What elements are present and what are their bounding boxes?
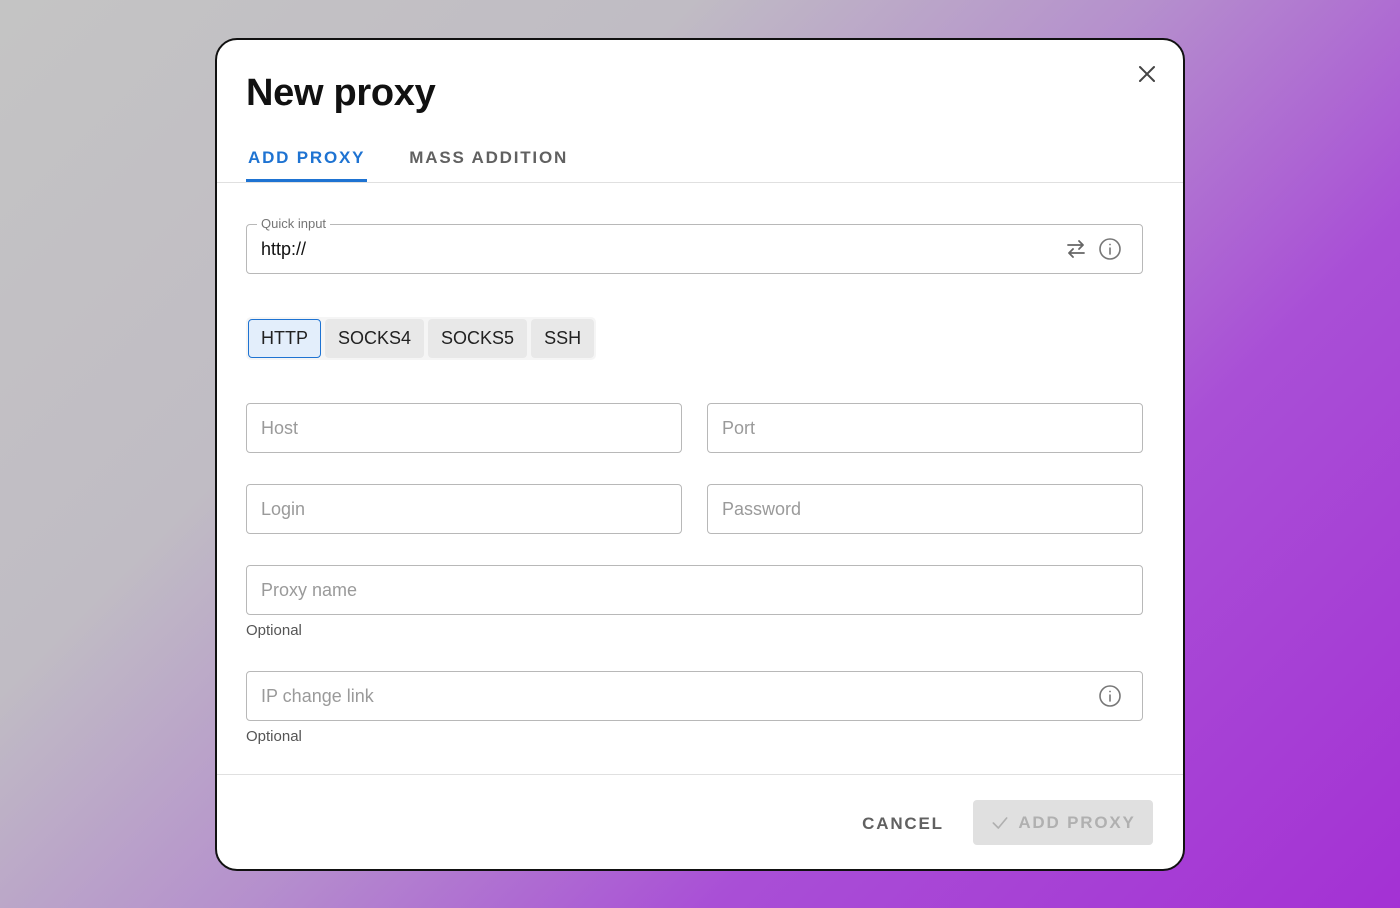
tab-mass-addition[interactable]: MASS ADDITION xyxy=(407,142,570,182)
host-input[interactable] xyxy=(261,404,595,452)
protocol-http-button[interactable]: HTTP xyxy=(248,319,321,358)
proxy-name-helper: Optional xyxy=(246,622,302,639)
info-icon[interactable] xyxy=(1098,237,1122,261)
proxy-name-input[interactable] xyxy=(261,566,1056,614)
protocol-ssh-button[interactable]: SSH xyxy=(531,319,595,358)
protocol-toggle-group: HTTP SOCKS4 SOCKS5 SSH xyxy=(246,317,597,360)
tabs-divider xyxy=(217,182,1183,183)
password-field xyxy=(707,484,1143,534)
proxy-name-field xyxy=(246,565,1143,615)
ip-change-link-input[interactable] xyxy=(261,672,1056,720)
dialog-tabs: ADD PROXY MASS ADDITION xyxy=(246,142,570,182)
ip-change-link-helper: Optional xyxy=(246,728,302,745)
protocol-socks4-button[interactable]: SOCKS4 xyxy=(325,319,425,358)
info-icon[interactable] xyxy=(1098,684,1122,708)
new-proxy-dialog: New proxy ADD PROXY MASS ADDITION Quick … xyxy=(215,38,1185,871)
add-proxy-button[interactable]: ADD PROXY xyxy=(973,800,1153,845)
host-field xyxy=(246,403,682,453)
login-field xyxy=(246,484,682,534)
dialog-title: New proxy xyxy=(246,72,436,114)
password-input[interactable] xyxy=(722,485,1056,533)
check-icon xyxy=(990,813,1010,833)
login-input[interactable] xyxy=(261,485,595,533)
close-icon[interactable] xyxy=(1135,62,1159,86)
quick-input[interactable] xyxy=(261,225,1056,273)
quick-input-field: Quick input xyxy=(246,216,1143,274)
footer-divider xyxy=(217,774,1183,775)
port-field xyxy=(707,403,1143,453)
swap-arrows-icon[interactable] xyxy=(1064,237,1088,261)
tab-add-proxy[interactable]: ADD PROXY xyxy=(246,142,368,182)
ip-change-link-field xyxy=(246,671,1143,721)
add-proxy-label: ADD PROXY xyxy=(1018,812,1136,832)
cancel-button[interactable]: CANCEL xyxy=(853,802,953,846)
protocol-socks5-button[interactable]: SOCKS5 xyxy=(428,319,528,358)
port-input[interactable] xyxy=(722,404,1056,452)
